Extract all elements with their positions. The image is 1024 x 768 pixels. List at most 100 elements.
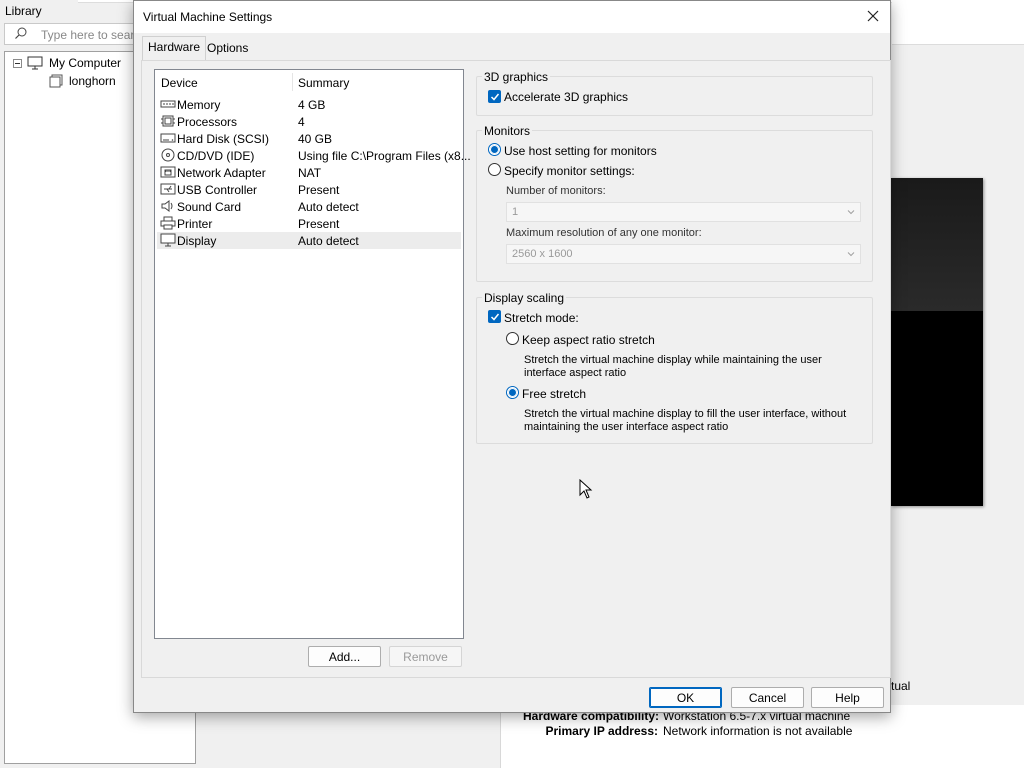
device-name: USB Controller bbox=[177, 183, 258, 197]
device-list[interactable]: Device Summary Memory 4 GB Processors 4 … bbox=[154, 69, 471, 639]
group-label-3d-graphics: 3D graphics bbox=[482, 70, 551, 84]
device-name: CD/DVD (IDE) bbox=[177, 149, 255, 163]
close-button[interactable] bbox=[856, 1, 890, 31]
device-summary: Present bbox=[298, 183, 340, 197]
accelerate-3d-checkbox[interactable] bbox=[488, 90, 501, 103]
use-host-monitors-radio[interactable] bbox=[488, 143, 501, 156]
keep-aspect-ratio-radio[interactable] bbox=[506, 332, 519, 345]
display-icon bbox=[160, 233, 176, 247]
keep-aspect-ratio-description: Stretch the virtual machine display whil… bbox=[524, 354, 854, 380]
device-summary: Auto detect bbox=[298, 200, 359, 214]
vm-settings-dialog: Virtual Machine Settings Hardware Option… bbox=[133, 0, 891, 713]
max-resolution-label: Maximum resolution of any one monitor: bbox=[506, 227, 702, 239]
device-row-cd-dvd[interactable]: CD/DVD (IDE) Using file C:\Program Files… bbox=[157, 147, 471, 164]
primary-ip-value: Network information is not available bbox=[663, 724, 853, 738]
computer-icon bbox=[27, 56, 43, 70]
background-toolbar bbox=[892, 0, 1024, 45]
max-resolution-value: 2560 x 1600 bbox=[512, 248, 573, 260]
search-icon bbox=[15, 27, 27, 39]
keep-aspect-ratio-label[interactable]: Keep aspect ratio stretch bbox=[522, 333, 655, 347]
device-name: Printer bbox=[177, 217, 213, 231]
description-line: maintaining the user interface aspect ra… bbox=[524, 421, 729, 433]
tab-hardware[interactable]: Hardware bbox=[142, 36, 207, 61]
device-summary: 4 bbox=[298, 115, 305, 129]
summary-column-header[interactable]: Summary bbox=[298, 76, 349, 90]
ok-button[interactable]: OK bbox=[649, 687, 722, 708]
specify-monitors-label[interactable]: Specify monitor settings: bbox=[504, 164, 635, 178]
device-summary: 4 GB bbox=[298, 98, 326, 112]
use-host-monitors-label[interactable]: Use host setting for monitors bbox=[504, 144, 657, 158]
memory-icon bbox=[160, 100, 176, 108]
device-summary: NAT bbox=[298, 166, 322, 180]
printer-icon bbox=[160, 216, 176, 230]
chevron-down-icon bbox=[847, 252, 855, 257]
device-row-sound-card[interactable]: Sound Card Auto detect bbox=[157, 198, 461, 215]
device-name: Memory bbox=[177, 98, 221, 112]
stretch-mode-checkbox[interactable] bbox=[488, 310, 501, 323]
primary-ip-label: Primary IP address: bbox=[545, 724, 658, 738]
network-adapter-icon bbox=[160, 166, 176, 178]
device-row-processors[interactable]: Processors 4 bbox=[157, 113, 461, 130]
tree-item-label: My Computer bbox=[49, 56, 122, 70]
tab-strip: Hardware Options bbox=[134, 33, 890, 61]
device-name: Hard Disk (SCSI) bbox=[177, 132, 270, 146]
free-stretch-description: Stretch the virtual machine display to f… bbox=[524, 408, 869, 434]
checkmark-icon bbox=[490, 93, 500, 101]
stretch-mode-label[interactable]: Stretch mode: bbox=[504, 311, 579, 325]
device-row-display[interactable]: Display Auto detect bbox=[157, 232, 461, 249]
chevron-down-icon bbox=[847, 210, 855, 215]
num-monitors-value: 1 bbox=[512, 206, 519, 218]
help-button[interactable]: Help bbox=[811, 687, 884, 708]
tab-options[interactable]: Options bbox=[202, 38, 253, 60]
checkmark-icon bbox=[490, 313, 500, 321]
usb-icon bbox=[160, 183, 176, 195]
tree-item-label: longhorn bbox=[69, 74, 116, 88]
description-line: Stretch the virtual machine display whil… bbox=[524, 354, 822, 366]
truncated-text: tual bbox=[891, 679, 911, 693]
device-column-header[interactable]: Device bbox=[161, 76, 198, 90]
cancel-button[interactable]: Cancel bbox=[731, 687, 804, 708]
hard-disk-icon bbox=[160, 133, 176, 143]
specify-monitors-radio[interactable] bbox=[488, 163, 501, 176]
hardware-tab-panel: Device Summary Memory 4 GB Processors 4 … bbox=[141, 60, 891, 678]
add-device-button[interactable]: Add... bbox=[308, 646, 381, 667]
collapse-toggle-icon[interactable] bbox=[13, 59, 22, 68]
accelerate-3d-label[interactable]: Accelerate 3D graphics bbox=[504, 90, 628, 104]
dialog-title: Virtual Machine Settings bbox=[143, 10, 273, 24]
device-row-printer[interactable]: Printer Present bbox=[157, 215, 461, 232]
num-monitors-label: Number of monitors: bbox=[506, 185, 606, 197]
device-summary: Present bbox=[298, 217, 340, 231]
device-name: Network Adapter bbox=[177, 166, 266, 180]
device-summary: 40 GB bbox=[298, 132, 333, 146]
num-monitors-select[interactable]: 1 bbox=[506, 202, 861, 222]
description-line: interface aspect ratio bbox=[524, 367, 627, 379]
column-separator bbox=[292, 73, 293, 91]
device-summary: Using file C:\Program Files (x8... bbox=[298, 149, 471, 163]
library-title: Library bbox=[5, 4, 42, 18]
group-label-display-scaling: Display scaling bbox=[482, 291, 567, 305]
vm-screen-preview[interactable] bbox=[891, 178, 983, 506]
device-summary: Auto detect bbox=[298, 234, 359, 248]
device-name: Display bbox=[177, 234, 217, 248]
mouse-cursor-icon bbox=[579, 479, 593, 499]
description-line: Stretch the virtual machine display to f… bbox=[524, 408, 847, 420]
device-row-memory[interactable]: Memory 4 GB bbox=[157, 96, 461, 113]
remove-device-button[interactable]: Remove bbox=[389, 646, 462, 667]
device-row-hard-disk[interactable]: Hard Disk (SCSI) 40 GB bbox=[157, 130, 461, 147]
vm-screen-preview-top bbox=[891, 178, 983, 311]
vm-icon bbox=[49, 74, 63, 88]
title-bar[interactable]: Virtual Machine Settings bbox=[134, 1, 890, 33]
search-placeholder: Type here to search bbox=[41, 28, 148, 42]
device-name: Processors bbox=[177, 115, 238, 129]
sound-card-icon bbox=[161, 200, 173, 212]
free-stretch-radio[interactable] bbox=[506, 386, 519, 399]
processor-icon bbox=[161, 115, 175, 127]
free-stretch-label[interactable]: Free stretch bbox=[522, 387, 586, 401]
device-row-network-adapter[interactable]: Network Adapter NAT bbox=[157, 164, 461, 181]
max-resolution-select[interactable]: 2560 x 1600 bbox=[506, 244, 861, 264]
close-icon bbox=[867, 10, 879, 22]
cd-dvd-icon bbox=[161, 148, 175, 162]
group-label-monitors: Monitors bbox=[482, 124, 533, 138]
device-name: Sound Card bbox=[177, 200, 242, 214]
device-row-usb-controller[interactable]: USB Controller Present bbox=[157, 181, 461, 198]
